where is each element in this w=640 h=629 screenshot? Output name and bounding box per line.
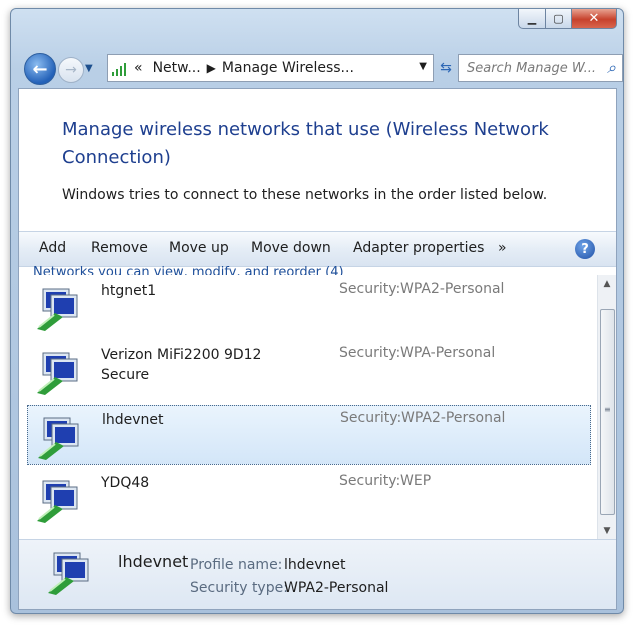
wireless-signal-icon [112, 60, 130, 76]
refresh-icon: ⇆ [440, 60, 452, 76]
chevron-down-icon: ▼ [85, 63, 93, 74]
close-icon: ✕ [588, 11, 600, 26]
scroll-up-button[interactable]: ▲ [598, 275, 616, 292]
forward-arrow-icon: → [65, 62, 77, 78]
search-placeholder: Search Manage W... [467, 60, 597, 76]
security-type-label: Security type: [190, 580, 288, 596]
close-button[interactable]: ✕ [572, 9, 617, 29]
page-description: Windows tries to connect to these networ… [62, 187, 548, 203]
maximize-icon: ▢ [553, 12, 564, 25]
back-button[interactable]: ← [24, 53, 56, 85]
wireless-network-profile-icon [37, 480, 78, 523]
search-box[interactable]: Search Manage W... ⌕ [458, 54, 623, 82]
security-value: WPA-Personal [400, 345, 496, 361]
wireless-network-profile-icon [37, 352, 78, 395]
scrollbar-thumb[interactable]: ≡ [600, 309, 615, 515]
breadcrumb-overflow[interactable]: « [134, 60, 143, 76]
security-value: WPA2-Personal [401, 410, 506, 426]
network-name: YDQ48 [101, 475, 150, 491]
breadcrumb-item-network[interactable]: Netw... [153, 60, 201, 76]
security-value: WEP [400, 473, 432, 489]
profile-name-value: lhdevnet [284, 557, 346, 573]
caption-buttons: ▁ ▢ ✕ [518, 9, 617, 29]
details-pane: lhdevnet Profile name: lhdevnet Security… [19, 539, 616, 609]
list-item[interactable]: htgnet1 Security: WPA2-Personal [27, 277, 591, 337]
history-dropdown-button[interactable]: ▼ [85, 63, 93, 74]
security-label: Security: [340, 410, 402, 426]
adapter-properties-button[interactable]: Adapter properties [353, 240, 484, 256]
help-icon: ? [581, 241, 589, 257]
minimize-button[interactable]: ▁ [518, 9, 546, 29]
security-value: WPA2-Personal [400, 281, 505, 297]
address-dropdown-icon[interactable]: ▼ [419, 61, 427, 72]
breadcrumb-separator-icon[interactable]: ▶ [207, 61, 216, 75]
vertical-scrollbar[interactable]: ▲ ≡ ▼ [597, 275, 616, 539]
forward-button[interactable]: → [58, 57, 84, 83]
security-label: Security: [339, 345, 401, 361]
toolbar-overflow-button[interactable]: » [498, 240, 507, 256]
scroll-down-icon: ▼ [603, 525, 611, 536]
network-list: htgnet1 Security: WPA2-Personal Verizon … [19, 275, 594, 539]
list-item[interactable]: Verizon MiFi2200 9D12 Secure Security: W… [27, 341, 591, 401]
command-toolbar: Add Remove Move up Move down Adapter pro… [19, 231, 616, 267]
wireless-network-profile-icon [48, 552, 89, 595]
security-type-value: WPA2-Personal [284, 580, 389, 596]
address-bar[interactable]: « Netw... ▶ Manage Wireless... ▼ [107, 54, 434, 82]
group-collapse-icon[interactable]: ︿ [576, 265, 586, 273]
search-icon[interactable]: ⌕ [599, 58, 616, 78]
page-title: Manage wireless networks that use (Wirel… [62, 119, 549, 168]
wireless-network-profile-icon [37, 288, 78, 331]
minimize-icon: ▁ [527, 12, 537, 25]
refresh-button[interactable]: ⇆ [435, 57, 457, 79]
maximize-button[interactable]: ▢ [546, 9, 572, 29]
add-button[interactable]: Add [39, 240, 66, 256]
network-name: Verizon MiFi2200 9D12 Secure [101, 347, 262, 383]
content-pane: Manage wireless networks that use (Wirel… [18, 88, 617, 610]
scroll-down-button[interactable]: ▼ [598, 522, 616, 539]
window-frame: ▁ ▢ ✕ ← → ▼ « Netw... ▶ Manage Wireless.… [10, 8, 624, 614]
network-name: lhdevnet [102, 412, 164, 428]
list-item[interactable]: YDQ48 Security: WEP [27, 469, 591, 529]
security-label: Security: [339, 473, 401, 489]
profile-name-label: Profile name: [190, 557, 283, 573]
security-label: Security: [339, 281, 401, 297]
navigation-bar: ← → ▼ « Netw... ▶ Manage Wireless... ▼ ⇆… [21, 49, 623, 89]
breadcrumb-item-manage-wireless[interactable]: Manage Wireless... [222, 60, 354, 76]
back-arrow-icon: ← [32, 58, 48, 80]
move-down-button[interactable]: Move down [251, 240, 331, 256]
network-name: htgnet1 [101, 283, 157, 299]
scroll-up-icon: ▲ [603, 278, 611, 289]
list-item-selected[interactable]: lhdevnet Security: WPA2-Personal [27, 405, 591, 465]
wireless-network-profile-icon [38, 417, 79, 460]
details-network-name: lhdevnet [118, 552, 189, 571]
move-up-button[interactable]: Move up [169, 240, 229, 256]
grip-icon: ≡ [604, 405, 611, 414]
remove-button[interactable]: Remove [91, 240, 148, 256]
group-header[interactable]: Networks you can view, modify, and reord… [33, 265, 344, 275]
help-button[interactable]: ? [575, 239, 595, 259]
